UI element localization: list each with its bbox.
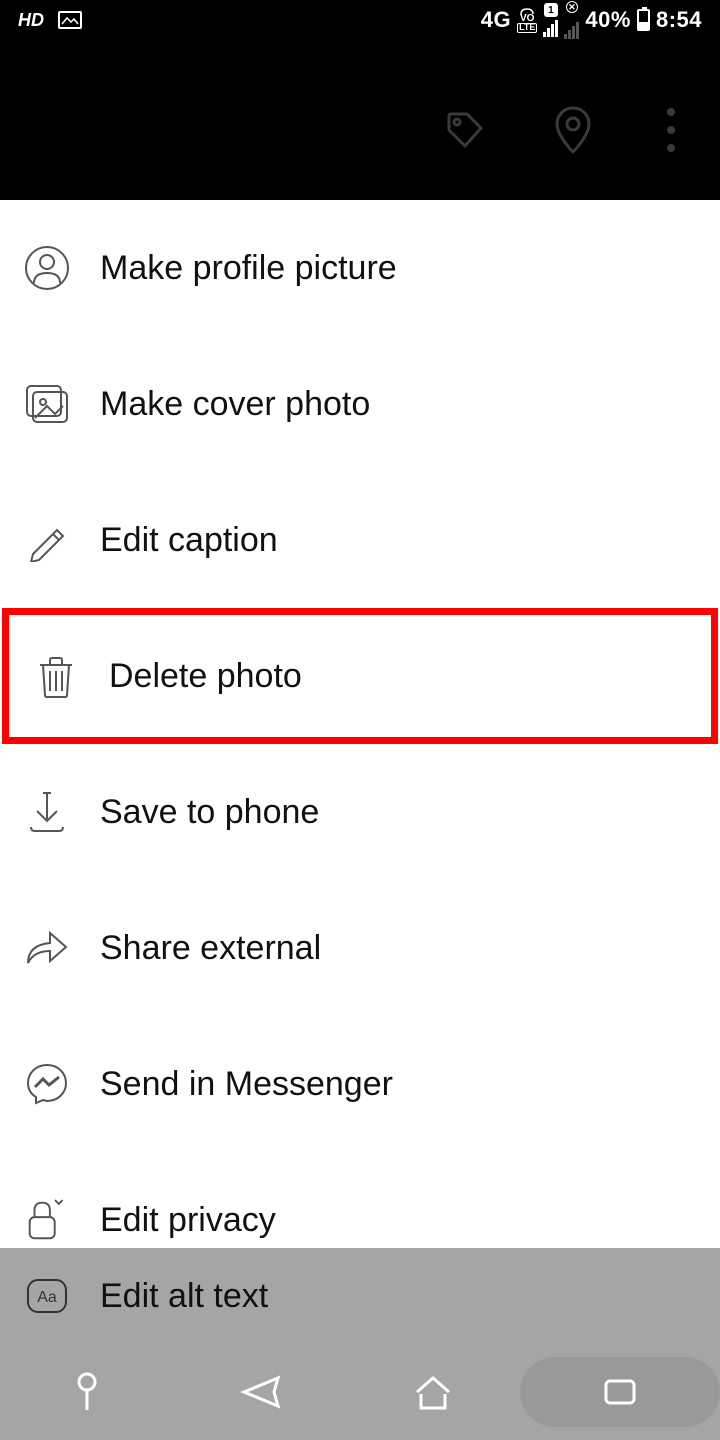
- sim2-signal-icon: ✕: [564, 1, 579, 39]
- menu-item-share-external[interactable]: Share external: [0, 880, 720, 1016]
- menu-item-edit-alt-text[interactable]: Aa Edit alt text: [0, 1248, 720, 1344]
- download-icon: [22, 787, 72, 837]
- nav-home-button[interactable]: [347, 1374, 520, 1410]
- menu-item-send-in-messenger[interactable]: Send in Messenger: [0, 1016, 720, 1152]
- volte-icon: VO LTE: [517, 7, 537, 32]
- more-options-icon[interactable]: [656, 108, 686, 152]
- trash-icon: [31, 651, 81, 701]
- cover-photo-icon: [22, 379, 72, 429]
- menu-item-label: Share external: [100, 929, 321, 968]
- pencil-icon: [22, 515, 72, 565]
- menu-item-label: Make profile picture: [100, 249, 397, 288]
- nav-recent-button[interactable]: [520, 1357, 720, 1427]
- hd-indicator: HD: [18, 10, 44, 31]
- tag-icon[interactable]: [436, 103, 490, 157]
- menu-item-label: Save to phone: [100, 793, 319, 832]
- location-icon[interactable]: [546, 103, 600, 157]
- system-nav-bar: [0, 1344, 720, 1440]
- menu-item-delete-photo[interactable]: Delete photo: [2, 608, 718, 744]
- photo-options-menu: Make profile picture Make cover photo Ed…: [0, 200, 720, 1288]
- profile-icon: [22, 243, 72, 293]
- network-type: 4G: [481, 7, 511, 33]
- menu-item-save-to-phone[interactable]: Save to phone: [0, 744, 720, 880]
- screenshot-icon: [58, 11, 82, 29]
- sim1-signal-icon: 1: [543, 3, 558, 37]
- menu-item-label: Delete photo: [109, 657, 302, 696]
- share-icon: [22, 923, 72, 973]
- menu-item-make-profile-picture[interactable]: Make profile picture: [0, 200, 720, 336]
- menu-item-edit-caption[interactable]: Edit caption: [0, 472, 720, 608]
- lock-icon: [22, 1195, 72, 1245]
- menu-item-label: Send in Messenger: [100, 1065, 393, 1104]
- battery-icon: [637, 9, 650, 31]
- battery-percentage: 40%: [585, 7, 631, 33]
- status-bar: HD 4G VO LTE 1 ✕ 40% 8:54: [0, 0, 720, 40]
- messenger-icon: [22, 1059, 72, 1109]
- menu-item-label: Edit privacy: [100, 1201, 276, 1240]
- svg-text:Aa: Aa: [37, 1289, 57, 1306]
- app-bar: [0, 40, 720, 200]
- menu-item-label: Edit alt text: [100, 1277, 268, 1316]
- menu-item-label: Edit caption: [100, 521, 278, 560]
- nav-assistant-button[interactable]: [0, 1370, 173, 1414]
- menu-item-make-cover-photo[interactable]: Make cover photo: [0, 336, 720, 472]
- clock: 8:54: [656, 7, 702, 33]
- nav-back-button[interactable]: [173, 1374, 346, 1410]
- menu-item-label: Make cover photo: [100, 385, 370, 424]
- alt-text-icon: Aa: [22, 1271, 72, 1321]
